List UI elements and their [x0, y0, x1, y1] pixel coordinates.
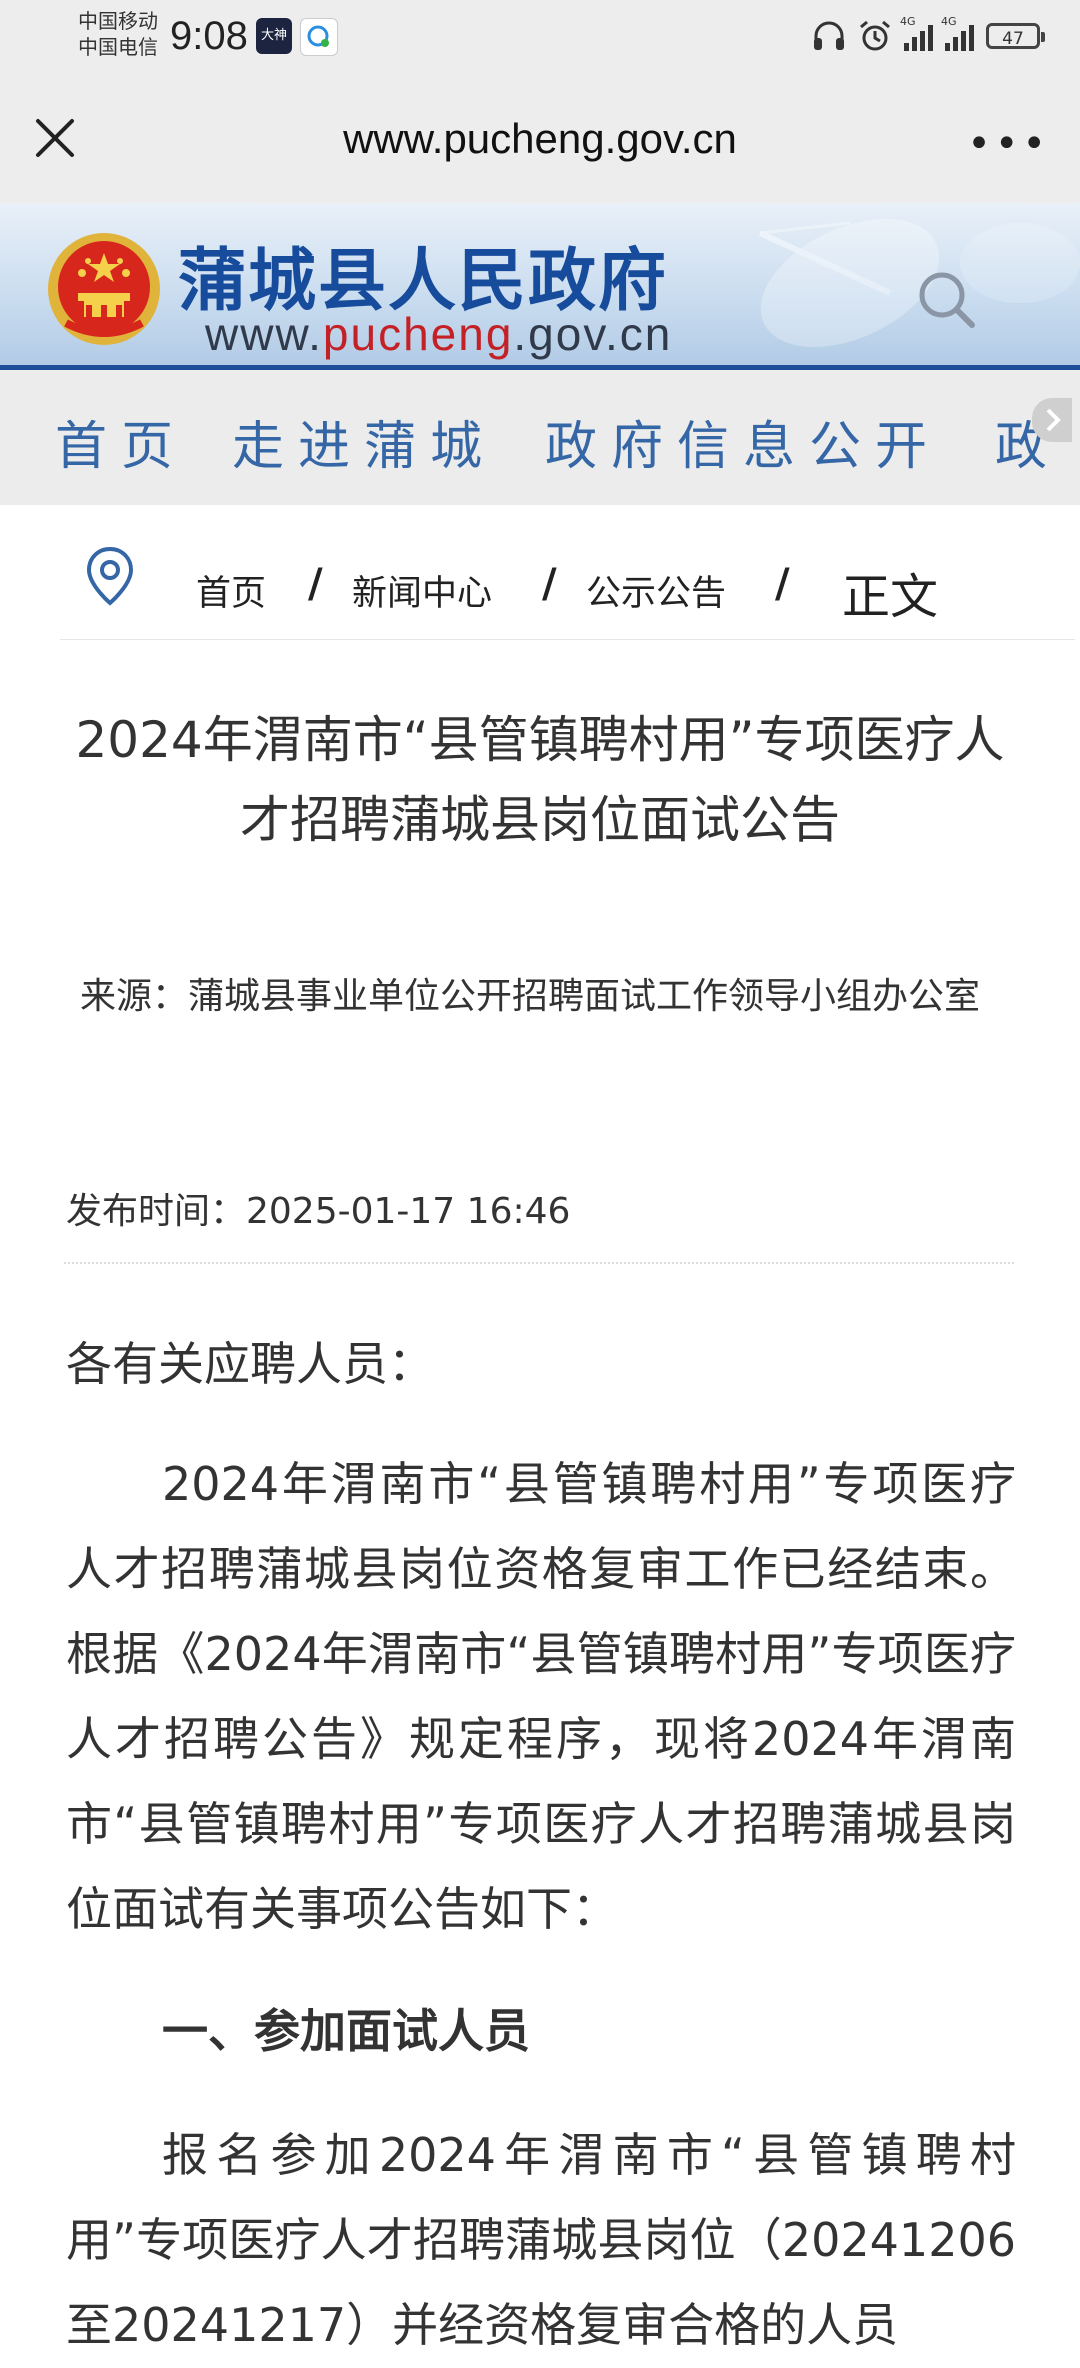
- main-nav: 首页 走进蒲城 政府信息公开 政: [0, 370, 1080, 505]
- article-paragraph: 报名参加2024年渭南市“县管镇聘村用”专项医疗人才招聘蒲城县岗位（202412…: [66, 2128, 1016, 2352]
- status-icons: 4G 4G 47: [812, 15, 1045, 54]
- article-paragraph: 2024年渭南市“县管镇聘村用”专项医疗人才招聘蒲城县岗位资格复审工作已经结束。…: [66, 1457, 1016, 1936]
- chat-app-icon: [300, 18, 338, 56]
- domain-highlight: pucheng: [322, 308, 514, 360]
- breadcrumb-separator: /: [308, 561, 323, 607]
- carrier-2: 中国电信: [78, 35, 158, 59]
- carrier-1: 中国移动: [78, 9, 158, 33]
- browser-toolbar: www.pucheng.gov.cn •••: [0, 75, 1080, 203]
- breadcrumb-current: 正文: [842, 569, 939, 625]
- banner-decoration: [758, 218, 1080, 348]
- close-button[interactable]: [30, 113, 80, 163]
- breadcrumb-notices[interactable]: 公示公告: [586, 565, 726, 616]
- carrier-info: 中国移动 中国电信: [78, 8, 158, 60]
- dashen-app-icon: 大神: [256, 18, 292, 54]
- national-emblem-icon: [48, 233, 160, 345]
- nav-item-about[interactable]: 走进蒲城: [232, 404, 496, 479]
- article-source: 来源：蒲城县事业单位公开招聘面试工作领导小组办公室: [79, 976, 980, 1017]
- signal-2-icon: 4G: [941, 15, 974, 51]
- nav-scroll-button[interactable]: [1032, 398, 1072, 442]
- article-title: 2024年渭南市“县管镇聘村用”专项医疗人才招聘蒲城县岗位面试公告: [75, 711, 1005, 849]
- domain-prefix: www.: [205, 308, 323, 360]
- url-display[interactable]: www.pucheng.gov.cn: [0, 115, 1080, 163]
- greeting: 各有关应聘人员：: [66, 1337, 434, 1391]
- location-pin-icon: [86, 546, 134, 606]
- domain-suffix: .gov.cn: [513, 308, 673, 360]
- search-icon[interactable]: [912, 265, 982, 335]
- section-heading: 一、参加面试人员: [162, 2004, 530, 2058]
- divider: [64, 1262, 1014, 1264]
- more-options-button[interactable]: •••: [967, 121, 1050, 167]
- breadcrumb-home[interactable]: 首页: [196, 565, 266, 616]
- clock: 9:08: [170, 14, 248, 58]
- breadcrumb-separator: /: [775, 561, 790, 607]
- site-banner: 蒲城县人民政府 www.pucheng.gov.cn: [0, 203, 1080, 370]
- close-icon: [36, 119, 74, 157]
- site-domain: www.pucheng.gov.cn: [205, 307, 672, 361]
- headphones-icon: [814, 21, 844, 50]
- nav-item-home[interactable]: 首页: [55, 404, 187, 479]
- breadcrumb-separator: /: [542, 561, 557, 607]
- signal-1-icon: 4G: [900, 15, 933, 51]
- breadcrumb-news[interactable]: 新闻中心: [352, 565, 492, 616]
- battery-icon: 47: [986, 23, 1045, 49]
- alarm-icon: [860, 20, 890, 51]
- nav-item-gov-info[interactable]: 政府信息公开: [545, 404, 941, 479]
- breadcrumb: 首页 / 新闻中心 / 公示公告 / 正文: [60, 535, 1075, 640]
- publish-time: 发布时间：2025-01-17 16:46: [66, 1191, 571, 1232]
- chevron-right-icon: [1046, 408, 1061, 432]
- status-bar: 中国移动 中国电信 9:08 大神 4G 4G 47: [0, 0, 1080, 75]
